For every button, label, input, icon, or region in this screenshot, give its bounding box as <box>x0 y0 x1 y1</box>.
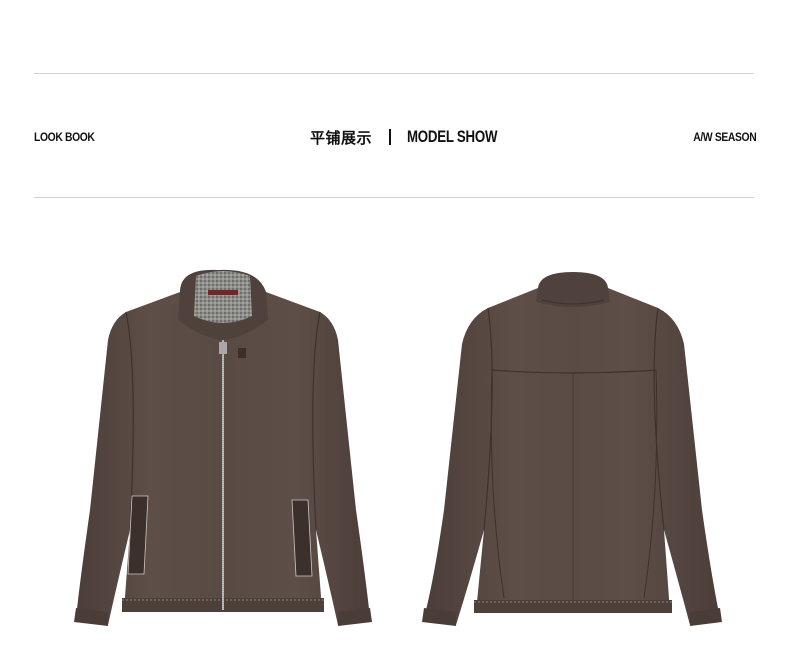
title-english: MODEL SHOW <box>407 127 498 146</box>
section-header: LOOK BOOK 平铺展示 MODEL SHOW A/W SEASON <box>34 124 756 150</box>
season-label: A/W SEASON <box>692 130 756 144</box>
jacket-back-image <box>418 260 728 640</box>
title-separator <box>389 129 392 145</box>
bottom-divider <box>34 197 754 198</box>
jacket-front-image <box>68 260 378 640</box>
section-title: 平铺展示 MODEL SHOW <box>310 125 523 149</box>
look-book-label: LOOK BOOK <box>34 130 95 144</box>
title-chinese: 平铺展示 <box>310 128 373 147</box>
top-divider <box>34 73 754 74</box>
